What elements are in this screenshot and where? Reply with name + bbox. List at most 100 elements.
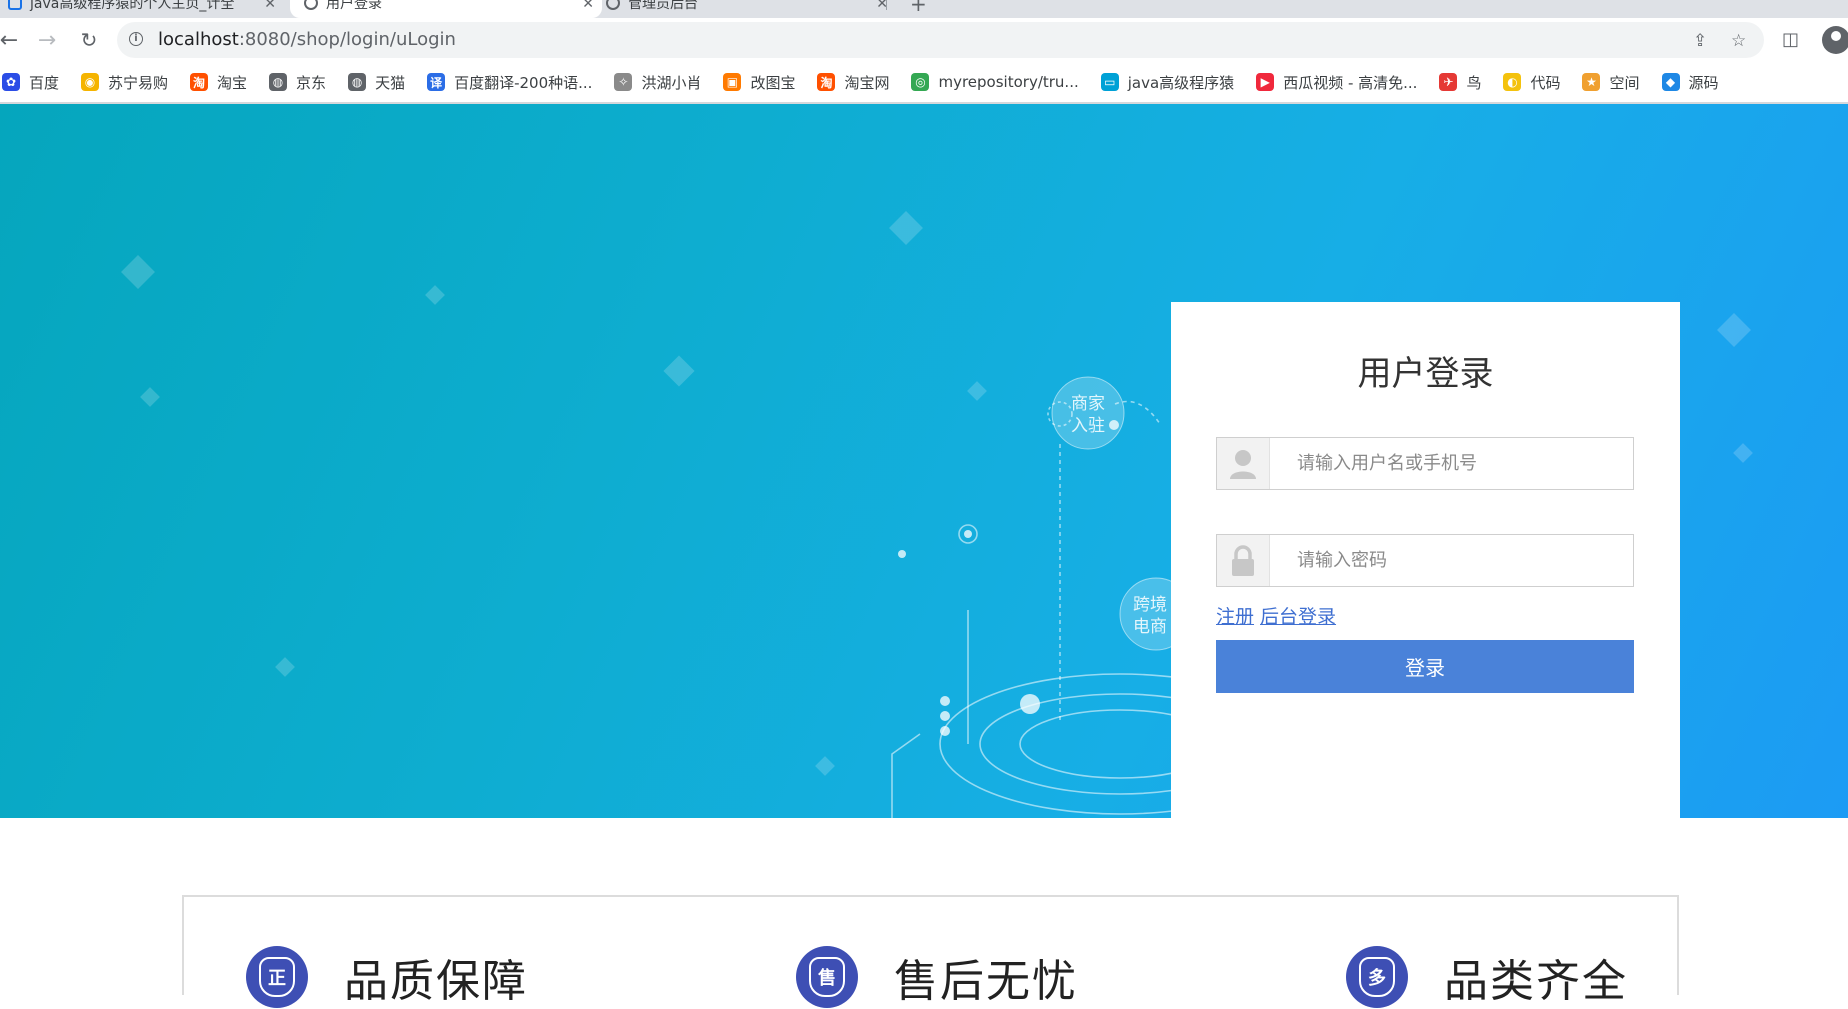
bookmark-label: 京东 [296, 73, 327, 92]
bookmark-item[interactable]: 译百度翻译-200种语... [427, 72, 592, 93]
quality-shield-icon: 正 [246, 946, 308, 1008]
bookmark-label: 苏宁易购 [108, 73, 169, 92]
bookmark-item[interactable]: ▶ 西瓜视频 - 高清免... [1256, 72, 1417, 93]
qzone-icon: ★ [1582, 73, 1601, 91]
bookmark-item[interactable]: ◆ 源码 [1661, 72, 1719, 93]
code-leaf-icon: ◐ [1503, 73, 1522, 91]
close-icon[interactable]: ✕ [264, 0, 276, 12]
bookmark-item[interactable]: 淘淘宝 [190, 72, 247, 93]
login-button[interactable]: 登录 [1216, 640, 1634, 693]
tab-title: 用户登录 [326, 0, 382, 12]
decorative-diamond [889, 211, 923, 245]
user-icon [1217, 438, 1270, 489]
bookmark-label: 改图宝 [750, 73, 796, 92]
xigua-icon: ▶ [1256, 73, 1275, 91]
bookmark-label: 淘宝 [217, 73, 248, 92]
bookmark-item[interactable]: 淘淘宝网 [817, 72, 889, 93]
register-link[interactable]: 注册 [1216, 606, 1254, 628]
bookmark-item[interactable]: ▣ 改图宝 [723, 72, 795, 93]
bookmark-label: 代码 [1530, 73, 1561, 92]
feature-quality: 正 品质保障 [246, 945, 528, 1009]
back-arrow-icon[interactable]: ← [0, 25, 24, 55]
feature-categories: 多 品类齐全 [1346, 945, 1628, 1009]
decorative-diamond [663, 355, 695, 387]
translate-icon: 译 [427, 73, 446, 91]
globe-icon: ◍ [348, 73, 367, 91]
share-icon[interactable]: ⇪ [1693, 31, 1707, 51]
bookmark-label: java高级程序猿 [1127, 73, 1235, 92]
globe-favicon-icon [606, 0, 620, 10]
password-input[interactable] [1269, 535, 1633, 586]
ecommerce-illustration: 商家入驻 跨境电商 [891, 376, 1180, 818]
bookmark-item[interactable]: ✧ 洪湖小肖 [614, 72, 701, 93]
admin-login-link[interactable]: 后台登录 [1260, 606, 1336, 628]
url-text[interactable]: localhost:8080/shop/login/uLogin [158, 29, 456, 50]
bookmark-label: 淘宝网 [844, 73, 890, 92]
decorative-diamond [140, 387, 160, 407]
tab-user-login[interactable]: 用户登录 ✕ [290, 0, 602, 18]
source-fish-icon: ◆ [1661, 73, 1680, 91]
categories-shield-icon: 多 [1346, 946, 1408, 1008]
bilibili-tv-icon: ▭ [1100, 73, 1119, 91]
username-field [1216, 437, 1634, 490]
bookmark-label: 源码 [1688, 73, 1719, 92]
bird-icon: ✧ [614, 73, 633, 91]
bookmark-item[interactable]: ◐ 代码 [1503, 72, 1560, 93]
lock-icon [1217, 535, 1270, 586]
bookmark-item[interactable]: ▭ java高级程序猿 [1100, 72, 1235, 93]
bookmark-item[interactable]: ★ 空间 [1582, 72, 1640, 93]
feature-title: 售后无忧 [894, 956, 1078, 1007]
login-card: 用户登录 注册后台登录 登录 [1171, 302, 1680, 818]
profile-avatar-icon[interactable] [1822, 26, 1848, 54]
after-sales-shield-icon: 售 [796, 946, 858, 1008]
decorative-diamond [1717, 313, 1751, 347]
bookmark-label: 百度翻译-200种语... [454, 73, 593, 92]
new-tab-plus-icon[interactable]: + [910, 0, 927, 16]
csdn-favicon-icon [8, 0, 22, 10]
gaitubao-icon: ▣ [723, 73, 742, 91]
tab-java-homepage[interactable]: java高级程序猿的个人主页_计全 ✕ [6, 0, 284, 18]
forward-arrow-icon[interactable]: → [32, 25, 62, 55]
bookmarks-bar: ✿ 百度 ◉ 苏宁易购淘淘宝 ◍ 京东 ◍ 天猫译百度翻译-200种语... ✧ 洪湖小肖 ▣ 改图宝… [0, 62, 1848, 102]
site-info-icon[interactable]: i [129, 32, 143, 46]
side-panel-icon[interactable]: ◫ [1782, 29, 1799, 50]
username-input[interactable] [1269, 438, 1633, 489]
feature-title: 品质保障 [344, 956, 528, 1007]
hero-banner: 商家入驻 跨境电商 用户登录 请输入用户名或手机号 注册 后台登录 登录 [0, 104, 1848, 818]
bookmark-star-icon[interactable]: ☆ [1731, 31, 1746, 51]
bookmark-label: 空间 [1609, 73, 1640, 92]
bookmark-label: 西瓜视频 - 高清免... [1283, 73, 1418, 92]
tab-title: 管理员后台 [628, 0, 698, 12]
bookmark-label: myrepository/tru... [938, 73, 1079, 91]
decorative-diamond [1733, 443, 1753, 463]
password-field [1216, 534, 1634, 587]
reload-icon[interactable]: ↻ [74, 25, 104, 55]
features-panel: 正 品质保障 售 售后无忧 多 品类齐全 [182, 895, 1679, 1008]
bookmark-item[interactable]: ◉ 苏宁易购 [81, 72, 168, 93]
address-bar[interactable]: i localhost:8080/shop/login/uLogin ⇪ ☆ [117, 22, 1764, 58]
tab-title: java高级程序猿的个人主页_计全 [30, 0, 235, 12]
bookmark-label: 洪湖小肖 [641, 73, 702, 92]
bookmark-label: 百度 [29, 73, 60, 92]
feature-after-sales: 售 售后无忧 [796, 945, 1078, 1009]
close-icon[interactable]: ✕ [582, 0, 594, 12]
decorative-diamond [815, 756, 835, 776]
tab-separator [886, 0, 887, 10]
bookmark-item[interactable]: ◍ 天猫 [348, 72, 405, 93]
tab-admin-backend[interactable]: 管理员后台 ✕ [594, 0, 896, 18]
decorative-diamond [425, 285, 445, 305]
bookmark-item[interactable]: ✿ 百度 [2, 72, 59, 93]
taobao-tao-icon: 淘 [817, 73, 836, 91]
bookmark-item[interactable]: ✈ 鸟 [1439, 72, 1481, 93]
feature-title: 品类齐全 [1444, 956, 1628, 1007]
taobao-icon: 淘 [190, 73, 209, 91]
decorative-diamond [121, 255, 155, 289]
decorative-diamond [275, 657, 295, 677]
bookmark-item[interactable]: ◍ 京东 [269, 72, 326, 93]
login-links: 注册 后台登录 [1216, 602, 1342, 629]
tab-strip: java高级程序猿的个人主页_计全 ✕ 用户登录 ✕ 管理员后台 ✕ + [0, 0, 1848, 18]
chrome-icon: ◎ [911, 73, 930, 91]
red-bird-icon: ✈ [1439, 73, 1458, 91]
login-title: 用户登录 [1357, 354, 1494, 394]
bookmark-item[interactable]: ◎ myrepository/tru... [911, 73, 1079, 91]
